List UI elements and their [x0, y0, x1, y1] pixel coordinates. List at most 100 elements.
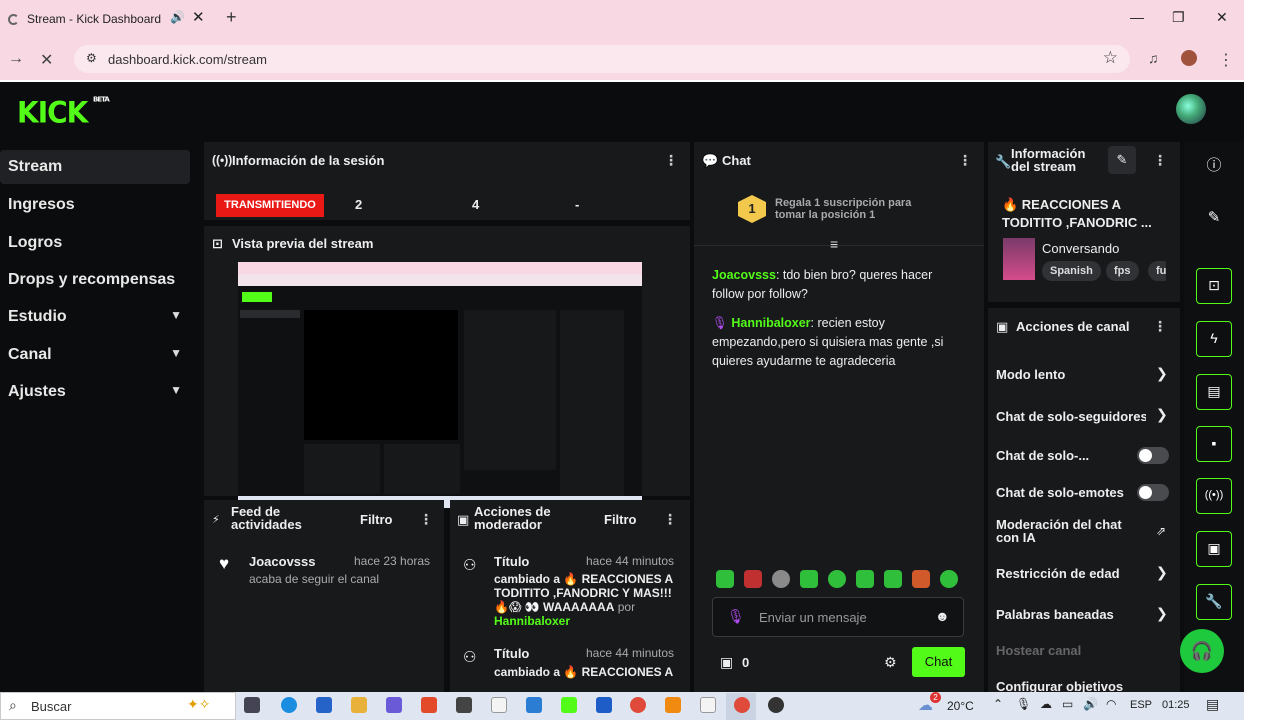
chat-toggle-icon[interactable]: ▪: [1196, 426, 1232, 462]
chat-user[interactable]: Joacovsss: [712, 268, 776, 282]
user-avatar[interactable]: [1176, 94, 1206, 124]
app-icon[interactable]: [596, 697, 612, 713]
sidebar-item-ajustes[interactable]: Ajustes ▼: [0, 375, 190, 409]
emote[interactable]: [716, 570, 734, 588]
vscode-icon[interactable]: [526, 697, 542, 713]
category-name[interactable]: Conversando: [1042, 241, 1119, 256]
browser-menu-icon[interactable]: ⋮: [1218, 50, 1234, 70]
notifications-icon[interactable]: ▤: [1206, 696, 1219, 713]
emoji-icon[interactable]: ☻: [935, 608, 950, 624]
action-age-restriction[interactable]: Restricción de edad: [996, 566, 1120, 581]
subs-only-toggle[interactable]: [1137, 447, 1169, 464]
action-emotes-only[interactable]: Chat de solo-emotes: [996, 485, 1124, 500]
sidebar-item-estudio[interactable]: Estudio ▼: [0, 300, 190, 334]
external-link-icon[interactable]: ⇗: [1156, 524, 1166, 538]
site-info-icon[interactable]: ⚙: [86, 51, 97, 65]
explorer-icon[interactable]: [351, 697, 367, 713]
sidebar-item-logros[interactable]: Logros: [0, 226, 190, 260]
app-icon[interactable]: [768, 697, 784, 713]
new-tab-button[interactable]: +: [226, 7, 237, 28]
info-icon[interactable]: ⓘ: [1196, 148, 1232, 184]
emote[interactable]: [800, 570, 818, 588]
action-banned-words[interactable]: Palabras baneadas: [996, 607, 1114, 622]
chevron-right-icon[interactable]: ❯: [1156, 406, 1168, 423]
edit-pencil-icon[interactable]: ✎: [1108, 146, 1136, 174]
mic-tray-icon[interactable]: 🎙: [1016, 697, 1031, 711]
emote[interactable]: [772, 570, 790, 588]
language-indicator[interactable]: ESP: [1130, 699, 1152, 711]
feed-user[interactable]: Joacovsss: [249, 554, 316, 569]
mod-toggle-icon[interactable]: ▣: [1196, 531, 1232, 567]
action-followers-only[interactable]: Chat de solo-seguidores: [996, 409, 1146, 424]
store-app-icon[interactable]: [456, 697, 472, 713]
sidebar-item-ingresos[interactable]: Ingresos: [0, 188, 190, 222]
cloud-tray-icon[interactable]: ☁: [1040, 697, 1052, 711]
brave-icon[interactable]: [421, 697, 437, 713]
action-slow-mode[interactable]: Modo lento: [996, 367, 1065, 382]
preview-toggle-icon[interactable]: ⊡: [1196, 268, 1232, 304]
sidebar-item-stream[interactable]: Stream: [0, 150, 190, 184]
chat-menu-icon[interactable]: ⋮: [958, 152, 972, 169]
kick-logo[interactable]: KICK BETA: [17, 95, 110, 130]
send-chat-button[interactable]: Chat: [912, 647, 965, 677]
file-icon[interactable]: [700, 697, 716, 713]
chat-input[interactable]: 🎙 Enviar un mensaje ☻: [712, 597, 964, 637]
bolt-toggle-icon[interactable]: ϟ: [1196, 321, 1232, 357]
mod-menu-icon[interactable]: ⋮: [663, 511, 677, 528]
url-field[interactable]: ⚙ dashboard.kick.com/stream ☆: [74, 45, 1130, 73]
app-icon[interactable]: [316, 697, 332, 713]
settings-gear-icon[interactable]: ⚙: [884, 654, 897, 671]
action-set-goals[interactable]: Configurar objetivos: [996, 679, 1123, 692]
taskbar-search[interactable]: ⌕ Buscar ✦✧: [0, 692, 236, 720]
notes-toggle-icon[interactable]: ▤: [1196, 374, 1232, 410]
emote[interactable]: [856, 570, 874, 588]
mod-filter-button[interactable]: Filtro: [604, 512, 637, 527]
close-window-button[interactable]: ✕: [1216, 9, 1228, 26]
emotes-only-toggle[interactable]: [1137, 484, 1169, 501]
edit-icon[interactable]: ✎: [1196, 200, 1232, 236]
emote[interactable]: [744, 570, 762, 588]
maximize-button[interactable]: ❐: [1172, 9, 1185, 26]
notepad-icon[interactable]: [491, 697, 507, 713]
speaker-icon[interactable]: 🔊: [170, 10, 185, 24]
stream-info-menu-icon[interactable]: ⋮: [1153, 152, 1167, 169]
action-subs-only[interactable]: Chat de solo-...: [996, 448, 1089, 463]
app-icon[interactable]: [665, 697, 681, 713]
channel-actions-menu-icon[interactable]: ⋮: [1153, 318, 1167, 335]
bookmark-star-icon[interactable]: ☆: [1103, 48, 1118, 68]
tray-chevron-icon[interactable]: ⌃: [993, 697, 1003, 711]
emote[interactable]: [828, 570, 846, 588]
taskview-icon[interactable]: [244, 697, 260, 713]
action-ai-moderation[interactable]: Moderación del chat con IA: [996, 518, 1136, 544]
sidebar-item-canal[interactable]: Canal ▼: [0, 338, 190, 372]
support-headset-button[interactable]: 🎧: [1180, 629, 1224, 673]
wrench-toggle-icon[interactable]: 🔧: [1196, 584, 1232, 620]
browser-tab[interactable]: Stream - Kick Dashboard 🔊 ✕: [0, 4, 216, 34]
stream-preview-video[interactable]: [238, 262, 642, 508]
emote[interactable]: [940, 570, 958, 588]
mod-item-user[interactable]: Hannibaloxer: [494, 614, 570, 628]
app-icon[interactable]: [386, 697, 402, 713]
wifi-icon[interactable]: ◠: [1106, 697, 1116, 711]
forward-icon[interactable]: →: [8, 50, 24, 68]
tag-chip[interactable]: Spanish: [1042, 261, 1101, 281]
chrome-active-icon[interactable]: [734, 697, 750, 713]
emote[interactable]: [884, 570, 902, 588]
broadcast-toggle-icon[interactable]: ((•)): [1196, 478, 1232, 514]
tag-chip[interactable]: fps: [1106, 261, 1139, 281]
store-icon[interactable]: ▣: [720, 654, 733, 671]
kick-app-icon[interactable]: [561, 697, 577, 713]
stop-icon[interactable]: ✕: [40, 50, 53, 70]
chrome-icon[interactable]: [630, 697, 646, 713]
pinned-icon[interactable]: ≡: [830, 236, 838, 252]
chevron-right-icon[interactable]: ❯: [1156, 605, 1168, 622]
gift-sub-text[interactable]: Regala 1 suscripción para tomar la posic…: [775, 197, 935, 221]
media-icon[interactable]: ♫: [1148, 50, 1159, 66]
volume-icon[interactable]: 🔊: [1083, 697, 1098, 711]
chevron-right-icon[interactable]: ❯: [1156, 564, 1168, 581]
mic-icon[interactable]: 🎙: [727, 608, 745, 625]
edge-icon[interactable]: [281, 697, 297, 713]
profile-avatar[interactable]: [1181, 50, 1197, 66]
chat-user[interactable]: Hannibaloxer: [731, 316, 810, 330]
session-menu-icon[interactable]: ⋮: [664, 152, 678, 169]
